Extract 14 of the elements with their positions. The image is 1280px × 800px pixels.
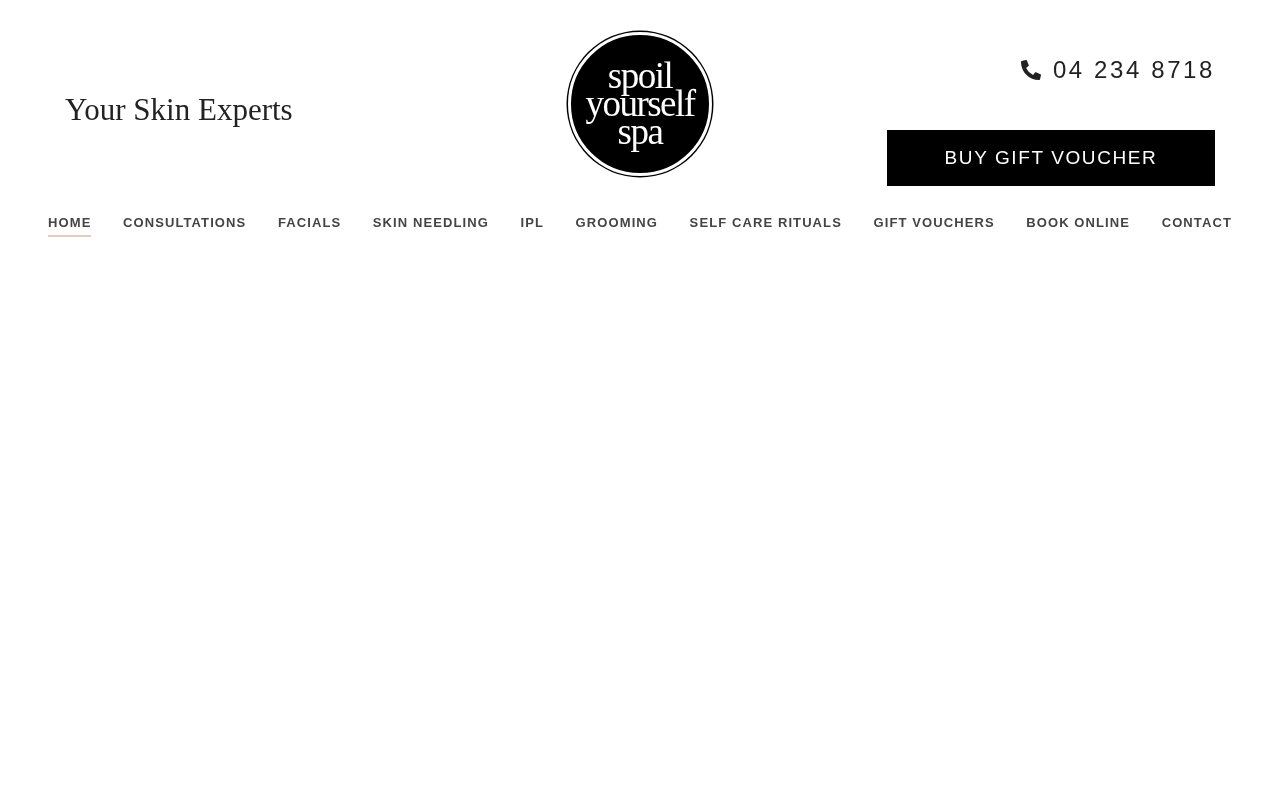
buy-gift-voucher-button[interactable]: BUY GIFT VOUCHER	[887, 130, 1215, 186]
nav-link[interactable]: HOME	[48, 215, 92, 237]
nav-link[interactable]: IPL	[520, 215, 544, 237]
nav-link[interactable]: FACIALS	[277, 215, 342, 237]
phone-icon	[1020, 60, 1041, 80]
nav-link[interactable]: SELF CARE RITUALS	[689, 215, 842, 237]
nav-link[interactable]: BOOK ONLINE	[1026, 215, 1131, 237]
nav-link[interactable]: SKIN NEEDLING	[372, 215, 489, 237]
nav-link[interactable]: CONTACT	[1161, 215, 1232, 237]
nav-link[interactable]: CONSULTATIONS	[122, 215, 247, 237]
phone-link[interactable]: 04 234 8718	[1052, 56, 1215, 84]
nav-link[interactable]: GIFT VOUCHERS	[873, 215, 995, 237]
nav-link[interactable]: GROOMING	[575, 215, 659, 237]
tagline: Your Skin Experts	[65, 91, 293, 129]
